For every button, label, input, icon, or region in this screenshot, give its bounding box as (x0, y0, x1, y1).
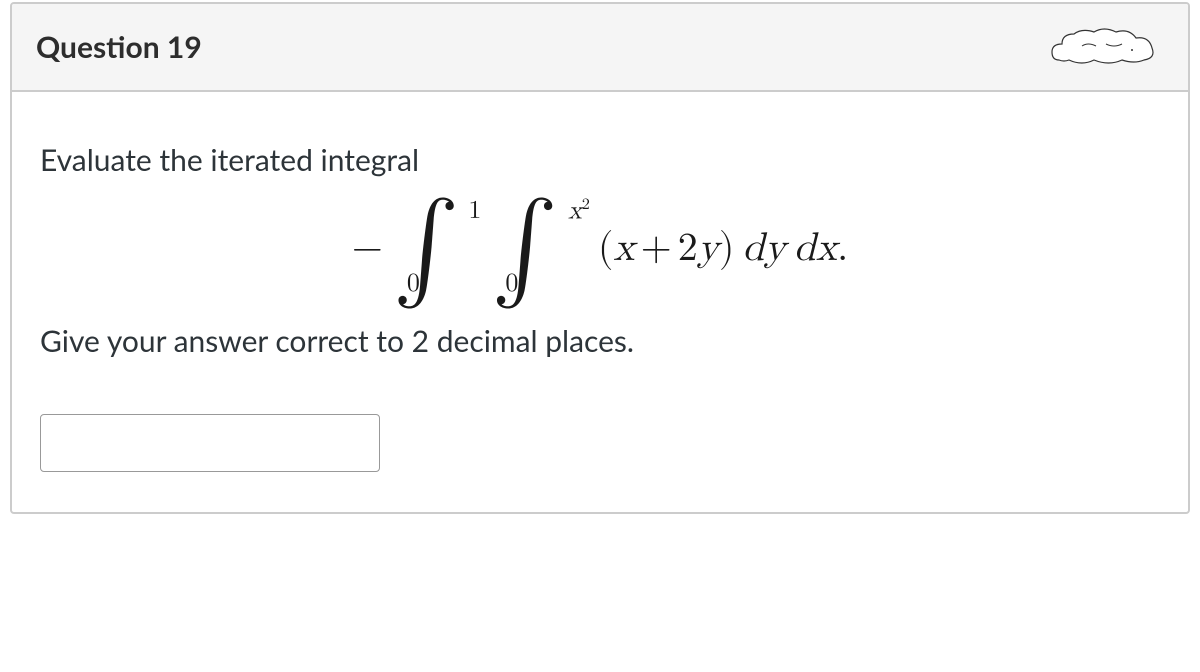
question-body: Evaluate the iterated integral − ∫ 1 0 ∫… (12, 92, 1188, 512)
prompt-text: Evaluate the iterated integral (40, 142, 1160, 178)
equation: − ∫ 1 0 ∫ x2 0 (x+2y)dydx. (40, 208, 1160, 288)
outer-upper-limit: 1 (468, 196, 481, 227)
integral-symbol-icon: ∫ (491, 208, 558, 288)
question-header: Question 19 (12, 4, 1188, 92)
outer-lower-limit: 0 (407, 269, 420, 300)
answer-input[interactable] (40, 414, 380, 472)
integrand: (x+2y)dydx. (598, 224, 848, 272)
integral-symbol-icon: ∫ (393, 208, 460, 288)
question-card: Question 19 Evaluate the iterated integr… (10, 2, 1190, 514)
inner-upper-limit: x2 (568, 196, 590, 228)
leading-minus: − (352, 224, 383, 272)
outer-integral: ∫ 1 0 (393, 208, 460, 288)
inner-lower-limit: 0 (505, 269, 518, 300)
instruction-text: Give your answer correct to 2 decimal pl… (40, 323, 1160, 359)
question-title: Question 19 (36, 29, 202, 65)
cloud-scribble-icon (1044, 22, 1164, 72)
inner-integral: ∫ x2 0 (491, 208, 558, 288)
